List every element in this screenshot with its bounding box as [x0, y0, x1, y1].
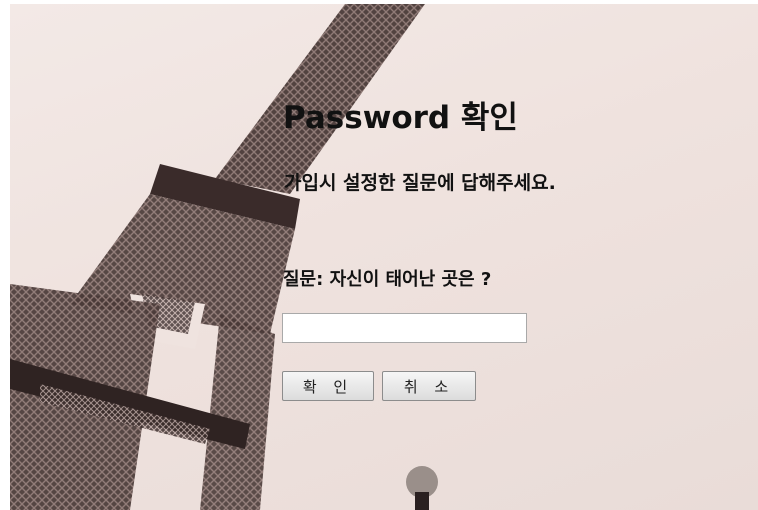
confirm-button[interactable]: 확 인 — [282, 371, 374, 401]
eiffel-tower-background — [10, 4, 758, 510]
security-question: 질문: 자신이 태어난 곳은 ? — [283, 269, 492, 290]
page-title: Password 확인 — [283, 100, 518, 136]
eiffel-tower-illustration — [10, 4, 438, 510]
instruction-text: 가입시 설정한 질문에 답해주세요. — [284, 172, 556, 194]
answer-input[interactable] — [282, 313, 527, 343]
cancel-button[interactable]: 취 소 — [382, 371, 476, 401]
